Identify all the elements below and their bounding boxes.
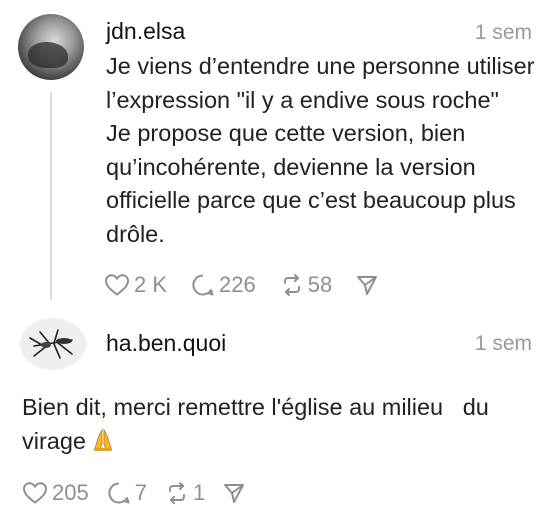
share-button[interactable]: [223, 482, 245, 504]
reply-button[interactable]: 226: [191, 272, 256, 298]
avatar-photo-shape: [28, 42, 68, 68]
like-button[interactable]: 205: [22, 480, 89, 506]
timestamp: 1 sem: [474, 332, 532, 355]
repost-icon: [280, 273, 304, 297]
repost-button[interactable]: 1: [165, 480, 205, 506]
like-count: 205: [52, 480, 89, 505]
post-actions: 205 7 1: [22, 480, 263, 506]
post-text-line: officielle parce que c’est beaucoup plus: [106, 187, 516, 213]
repost-icon: [165, 481, 189, 505]
avatar[interactable]: [20, 318, 86, 370]
post-actions: 2 K 226 58: [104, 272, 402, 298]
username[interactable]: ha.ben.quoi: [106, 332, 226, 355]
heart-icon: [22, 481, 48, 505]
like-count: 2 K: [134, 272, 168, 297]
username[interactable]: jdn.elsa: [106, 20, 185, 43]
avatar[interactable]: [18, 14, 84, 80]
post-text: Bien dit, merci remettre l'église au mil…: [22, 390, 542, 461]
reply-count: 226: [219, 272, 256, 297]
post-text-line: virage: [22, 428, 87, 454]
post-text-line: Bien dit, merci remettre l'église au mil…: [22, 394, 489, 420]
post-text-line: l’expression "il y a endive sous roche": [106, 86, 499, 113]
post-text: Je viens d’entendre une personne utilise…: [106, 50, 546, 251]
thread-line: [50, 92, 52, 300]
comment-thread: jdn.elsa 1 sem Je viens d’entendre une p…: [0, 0, 552, 516]
repost-button[interactable]: 58: [280, 272, 332, 298]
post-text-line-wrap: virage: [22, 424, 542, 461]
comment-icon: [191, 273, 215, 297]
like-button[interactable]: 2 K: [104, 272, 167, 298]
praying-hands-emoji: [92, 427, 114, 461]
share-button[interactable]: [356, 274, 378, 296]
post-text-line: Je propose que cette version, bien: [106, 120, 466, 146]
repost-count: 1: [192, 480, 206, 505]
mosquito-avatar-drawing: [29, 329, 73, 359]
post-text-line: Je viens d’entendre une personne utilise…: [106, 53, 535, 79]
timestamp: 1 sem: [474, 21, 532, 44]
post-text-line: qu’incohérente, devienne la version: [106, 153, 476, 180]
reply-count: 7: [134, 480, 147, 505]
comment-icon: [107, 481, 131, 505]
heart-icon: [104, 273, 130, 297]
send-icon: [356, 274, 378, 296]
send-icon: [223, 482, 245, 504]
post-text-line: drôle.: [106, 220, 165, 247]
repost-count: 58: [307, 272, 333, 297]
reply-button[interactable]: 7: [107, 480, 147, 506]
